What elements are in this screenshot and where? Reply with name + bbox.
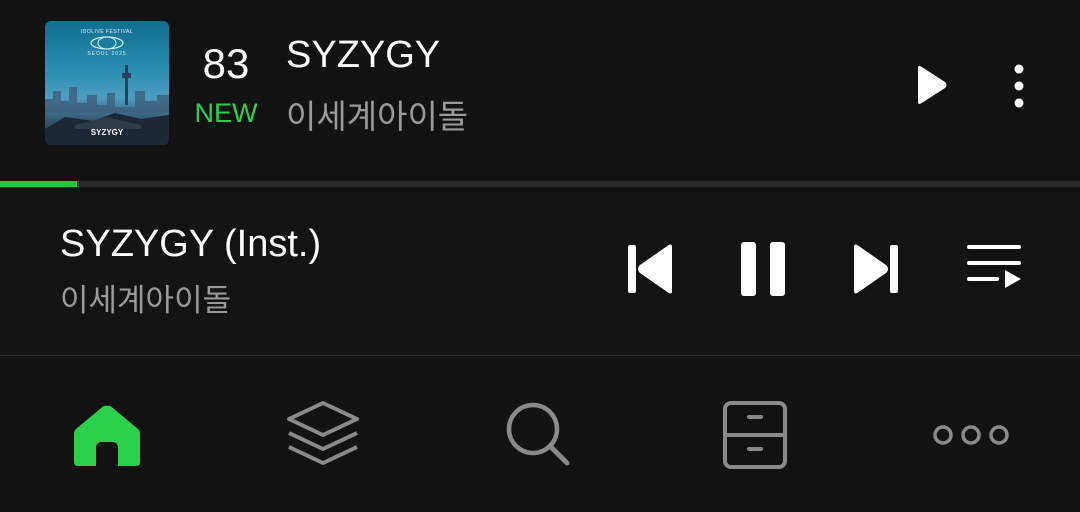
nav-storage[interactable] [710,390,800,480]
album-art-image [45,36,169,145]
skip-previous-icon [628,244,672,294]
skip-next-icon [854,244,898,294]
track-artist[interactable]: 이세계아이돌 [286,90,468,138]
bottom-navigation [0,356,1080,512]
album-art-top-text: IDOLIVE FESTIVAL [80,29,134,35]
next-button[interactable] [846,237,906,301]
home-icon [74,405,140,466]
pause-icon [741,242,785,296]
now-playing-title[interactable]: SYZYGY (Inst.) [60,223,321,266]
more-vertical-icon [1014,64,1024,108]
more-horizontal-icon [933,425,1009,445]
track-title[interactable]: SYZYGY [286,34,440,77]
queue-button[interactable] [964,237,1024,301]
nav-library[interactable] [278,390,368,480]
queue-list-icon [967,245,1021,288]
mini-player[interactable]: SYZYGY (Inst.) 이세계아이돌 [0,187,1080,355]
pause-button[interactable] [733,237,793,301]
nav-home[interactable] [62,390,152,480]
previous-button[interactable] [620,237,680,301]
now-playing-artist[interactable]: 이세계아이돌 [60,275,231,320]
layers-icon [287,401,359,465]
album-art-artist-text: SYZYGY [90,128,124,137]
rank-status-badge: NEW [194,98,258,128]
play-icon [918,66,947,104]
more-options-button[interactable] [998,58,1040,114]
chart-rank: 83 [202,40,250,87]
chart-row[interactable]: IDOLIVE FESTIVAL SEOUL 2025 SYZYGY 83 NE… [0,0,1080,180]
music-app: IDOLIVE FESTIVAL SEOUL 2025 SYZYGY 83 NE… [0,0,1080,512]
search-icon [506,402,570,466]
play-button[interactable] [906,60,956,110]
album-art[interactable]: IDOLIVE FESTIVAL SEOUL 2025 SYZYGY [45,21,169,145]
nav-more[interactable] [926,390,1016,480]
nav-search[interactable] [494,390,584,480]
album-art-sub-text: SEOUL 2025 [87,51,127,57]
storage-drawer-icon [723,401,787,469]
